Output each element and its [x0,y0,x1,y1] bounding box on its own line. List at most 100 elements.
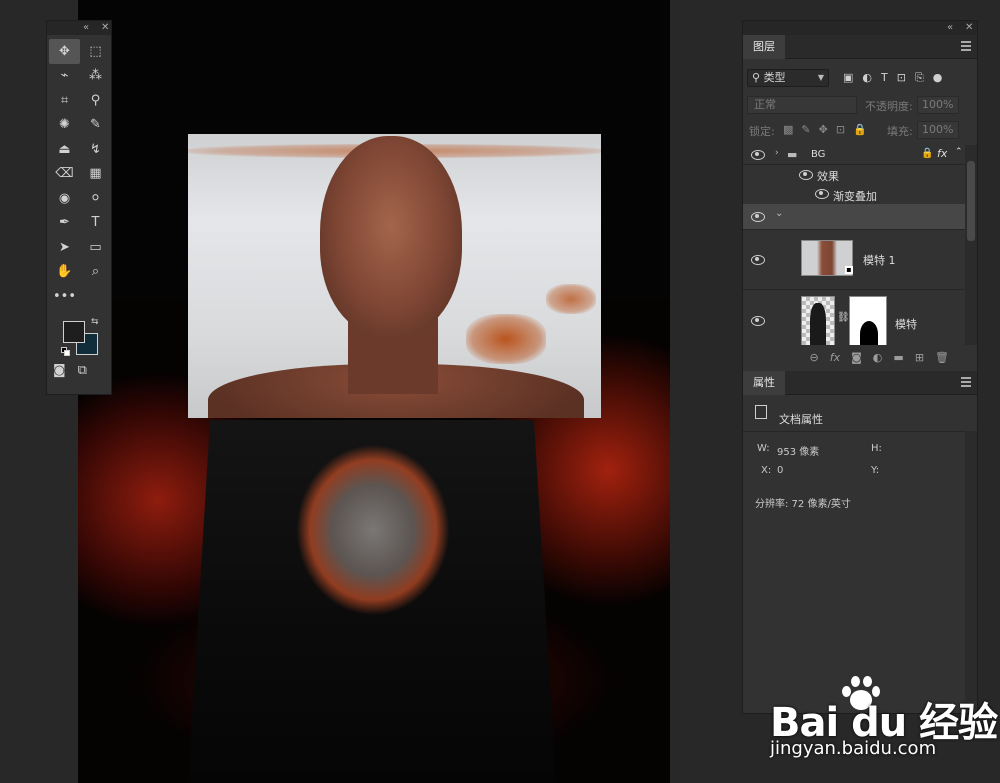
layer-name: 模特 1 [863,254,896,267]
width-label: W: [757,443,770,454]
move-tool-icon[interactable]: ✥ [49,39,80,64]
layer-row-group-selected[interactable]: ⌄ [743,204,965,230]
history-brush-icon[interactable]: ↯ [80,137,111,162]
dodge-tool-icon[interactable]: ⚪ [80,186,111,211]
more-tools-icon[interactable]: ••• [49,284,80,309]
statue-photo-layer [188,134,601,418]
lock-image-icon[interactable]: ✎ [801,123,810,136]
new-group-icon[interactable]: ▬ [893,351,903,369]
quick-mask-icon[interactable]: ◙ [53,363,66,378]
blur-tool-icon[interactable]: ◉ [49,186,80,211]
opacity-label: 不透明度: [865,100,913,113]
shape-filter-icon[interactable]: ⊡ [897,71,906,85]
filter-toggle-icon[interactable]: ● [933,71,943,85]
properties-panel-tabs: 属性 [743,371,977,395]
fx-icon[interactable]: fx [937,147,947,160]
properties-scrollbar[interactable] [965,431,977,701]
opacity-field[interactable]: 100% [917,96,959,114]
magic-wand-tool-icon[interactable]: ⁂ [80,64,111,89]
blend-mode-select[interactable]: 正常 [747,96,857,114]
type-filter-icon[interactable]: T [881,71,888,85]
tab-properties[interactable]: 属性 [743,371,785,395]
path-select-tool-icon[interactable]: ➤ [49,235,80,260]
type-tool-icon[interactable]: T [80,211,111,236]
adjustment-filter-icon[interactable]: ◐ [862,71,872,85]
group-collapse-icon[interactable]: ⌄ [775,208,783,219]
group-expand-icon[interactable]: › [775,148,779,158]
width-value[interactable]: 953 像素 [777,443,819,458]
visibility-eye-icon[interactable] [751,212,765,222]
hand-tool-icon[interactable]: ✋ [49,260,80,285]
mask-link-icon[interactable]: ⛓ [837,312,850,323]
rust-patch [466,314,546,364]
chevron-up-icon[interactable]: ⌃ [955,147,963,157]
screen-mode-icon[interactable]: ⧉ [78,363,87,378]
visibility-eye-icon[interactable] [815,189,829,199]
delete-layer-icon[interactable]: 🗑 [935,351,949,369]
gradient-tool-icon[interactable]: ▦ [80,162,111,187]
properties-panel: 属性 文档属性 W: 953 像素 H: X: 0 Y: 分辨率: 72 像素/… [743,371,977,711]
visibility-eye-icon[interactable] [751,316,765,326]
layer-filter-select[interactable]: ⚲ 类型 ▼ [747,69,829,87]
tab-layers[interactable]: 图层 [743,35,785,59]
y-label: Y: [871,465,880,476]
collapse-icon[interactable]: « [947,21,953,35]
brush-tool-icon[interactable]: ✎ [80,113,111,138]
folder-icon: ▬ [787,148,798,161]
fill-label: 填充: [887,125,913,138]
spot-heal-tool-icon[interactable]: ✺ [49,113,80,138]
layers-scrollbar[interactable] [965,145,977,345]
visibility-eye-icon[interactable] [751,255,765,265]
add-style-fx-icon[interactable]: fx [830,351,840,369]
panel-menu-icon[interactable] [961,377,971,387]
smart-object-badge-icon: ▪ [845,265,853,274]
eraser-tool-icon[interactable]: ⌫ [49,162,80,187]
tools-panel-titlebar[interactable]: « ✕ [47,21,111,35]
new-adjustment-icon[interactable]: ◐ [873,351,883,369]
layer-row-bg[interactable]: › ▬ BG 🔒 fx ⌃ [743,145,965,165]
stamp-tool-icon[interactable]: ⏏ [49,137,80,162]
link-layers-icon[interactable]: ⊖ [810,351,819,369]
zoom-tool-icon[interactable]: ⌕ [80,260,111,285]
pen-tool-icon[interactable]: ✒ [49,211,80,236]
dock-titlebar[interactable]: « ✕ [743,21,977,35]
x-label: X: [761,465,772,476]
close-icon[interactable]: ✕ [101,21,109,35]
panel-menu-icon[interactable] [961,41,971,51]
scrollbar-thumb[interactable] [967,161,975,241]
swap-colors-icon[interactable]: ⇆ [91,317,99,327]
pixel-filter-icon[interactable]: ▣ [843,71,853,85]
watermark-url: jingyan.baidu.com [770,738,937,759]
layer-row-model[interactable]: ⛓ 模特 [743,290,965,345]
layer-thumbnail [801,296,835,345]
add-mask-icon[interactable]: ◙ [851,351,862,369]
marquee-tool-icon[interactable]: ⬚ [80,39,111,64]
eyedropper-tool-icon[interactable]: ⚲ [80,88,111,113]
new-layer-icon[interactable]: ⊞ [915,351,924,369]
layer-row-model-1[interactable]: ▪ 模特 1 [743,230,965,290]
foreground-color-swatch[interactable] [63,320,85,343]
lock-all-icon[interactable]: 🔒 [853,123,867,136]
layer-mask-thumbnail[interactable] [849,296,887,345]
visibility-eye-icon[interactable] [799,170,813,180]
document-canvas[interactable] [78,0,670,783]
layer-filter-value: 类型 [763,71,786,84]
lock-transparent-icon[interactable]: ▩ [783,123,793,136]
close-icon[interactable]: ✕ [965,21,973,35]
visibility-eye-icon[interactable] [751,150,765,160]
search-icon: ⚲ [752,71,761,84]
layer-effects-row[interactable]: 效果 [743,165,965,184]
default-colors-icon[interactable] [61,346,71,357]
lock-position-icon[interactable]: ✥ [819,123,828,136]
x-value[interactable]: 0 [777,465,783,476]
lasso-tool-icon[interactable]: ⌁ [49,64,80,89]
collapse-icon[interactable]: « [83,21,89,35]
resolution-text: 分辨率: 72 像素/英寸 [755,499,851,510]
body-glow-effect [263,440,483,640]
fill-field[interactable]: 100% [917,121,959,139]
crop-tool-icon[interactable]: ⌗ [49,88,80,113]
layer-effect-item-row[interactable]: 渐变叠加 [743,184,965,204]
rectangle-tool-icon[interactable]: ▭ [80,235,111,260]
smart-object-filter-icon[interactable]: ⎘ [915,71,924,85]
lock-artboard-icon[interactable]: ⊡ [836,123,845,136]
